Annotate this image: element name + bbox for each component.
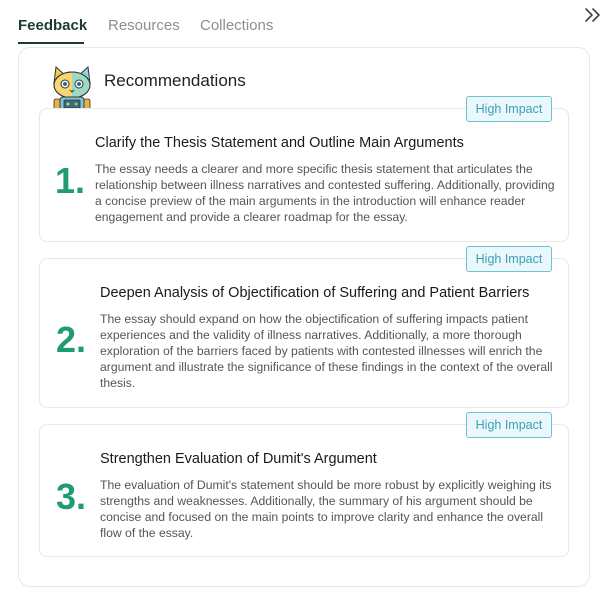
double-chevron-right-icon[interactable] <box>582 6 604 24</box>
tab-resources[interactable]: Resources <box>108 0 200 44</box>
impact-badge: High Impact <box>466 96 552 122</box>
recommendation-title: Clarify the Thesis Statement and Outline… <box>95 135 464 151</box>
tab-bar: Feedback Resources Collections <box>18 0 290 44</box>
recommendation-body: The essay should expand on how the objec… <box>100 312 553 390</box>
section-title: Recommendations <box>104 71 246 90</box>
recommendation-body: The evaluation of Dumit's statement shou… <box>100 478 552 540</box>
recommendation-number: 3. <box>56 476 87 517</box>
impact-badge: High Impact <box>466 412 552 438</box>
recommendation-number: 2. <box>56 319 87 360</box>
recommendation-title: Deepen Analysis of Objectification of Su… <box>100 285 530 301</box>
recommendation-title: Strengthen Evaluation of Dumit's Argumen… <box>100 451 377 467</box>
tab-feedback[interactable]: Feedback <box>18 0 108 44</box>
recommendation-body: The essay needs a clearer and more speci… <box>95 162 555 224</box>
recommendation-number: 1. <box>55 160 86 201</box>
tab-collections[interactable]: Collections <box>200 0 290 44</box>
impact-badge: High Impact <box>466 246 552 272</box>
